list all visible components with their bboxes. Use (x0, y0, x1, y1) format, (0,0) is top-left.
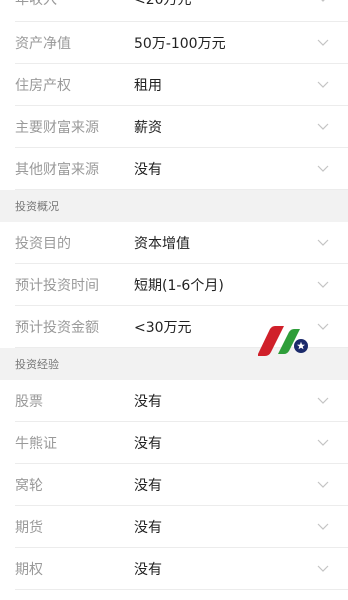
row-other-wealth-source[interactable]: 其他财富来源 没有 (0, 148, 348, 190)
row-label: 股票 (15, 394, 43, 410)
chevron-down-icon (316, 436, 330, 450)
row-label: 投资目的 (15, 236, 71, 252)
row-label: 其他财富来源 (15, 162, 99, 178)
row-value: 没有 (134, 562, 162, 578)
row-value: 50万-100万元 (134, 36, 226, 52)
chevron-down-icon (316, 562, 330, 576)
chevron-down-icon (316, 278, 330, 292)
row-label: 预计投资时间 (15, 278, 99, 294)
chevron-down-icon (316, 320, 330, 334)
chevron-down-icon (316, 162, 330, 176)
row-value: 没有 (134, 520, 162, 536)
chevron-down-icon (316, 236, 330, 250)
row-label: 资产净值 (15, 36, 71, 52)
chevron-down-icon (316, 478, 330, 492)
row-futures[interactable]: 期货 没有 (0, 506, 348, 548)
row-cbbc[interactable]: 牛熊证 没有 (0, 422, 348, 464)
row-value: 没有 (134, 394, 162, 410)
row-investment-purpose[interactable]: 投资目的 资本增值 (0, 222, 348, 264)
chevron-down-icon (316, 78, 330, 92)
row-value: 没有 (134, 436, 162, 452)
row-label: 住房产权 (15, 78, 71, 94)
section-header-investment-overview: 投资概况 (0, 190, 348, 222)
profile-form: 年收入 <20万元 资产净值 50万-100万元 住房产权 租用 主要财富来源 … (0, 0, 348, 600)
row-label: 预计投资金额 (15, 320, 99, 336)
row-value: 资本增值 (134, 236, 190, 252)
chevron-down-icon (316, 36, 330, 50)
row-investment-duration[interactable]: 预计投资时间 短期(1-6个月) (0, 264, 348, 306)
chevron-down-icon (316, 120, 330, 134)
investment-experience-group: 股票 没有 牛熊证 没有 窝轮 没有 期货 没有 期权 没有 (0, 380, 348, 590)
row-label: 主要财富来源 (15, 120, 99, 136)
row-value: <20万元 (134, 0, 192, 8)
row-value: 短期(1-6个月) (134, 278, 224, 294)
chevron-down-icon (316, 394, 330, 408)
row-label: 期货 (15, 520, 43, 536)
row-warrants[interactable]: 窝轮 没有 (0, 464, 348, 506)
row-net-assets[interactable]: 资产净值 50万-100万元 (0, 22, 348, 64)
row-label: 窝轮 (15, 478, 43, 494)
row-value: 薪资 (134, 120, 162, 136)
row-value: 租用 (134, 78, 162, 94)
row-annual-income[interactable]: 年收入 <20万元 (0, 0, 348, 22)
row-value: 没有 (134, 478, 162, 494)
row-value: 没有 (134, 162, 162, 178)
row-label: 年收入 (15, 0, 57, 8)
financial-info-group: 年收入 <20万元 资产净值 50万-100万元 住房产权 租用 主要财富来源 … (0, 0, 348, 190)
row-label: 牛熊证 (15, 436, 57, 452)
row-options[interactable]: 期权 没有 (0, 548, 348, 590)
row-housing[interactable]: 住房产权 租用 (0, 64, 348, 106)
chevron-down-icon (316, 520, 330, 534)
row-stocks[interactable]: 股票 没有 (0, 380, 348, 422)
chevron-down-icon (316, 0, 330, 6)
row-main-wealth-source[interactable]: 主要财富来源 薪资 (0, 106, 348, 148)
row-label: 期权 (15, 562, 43, 578)
brand-logo (256, 326, 312, 356)
